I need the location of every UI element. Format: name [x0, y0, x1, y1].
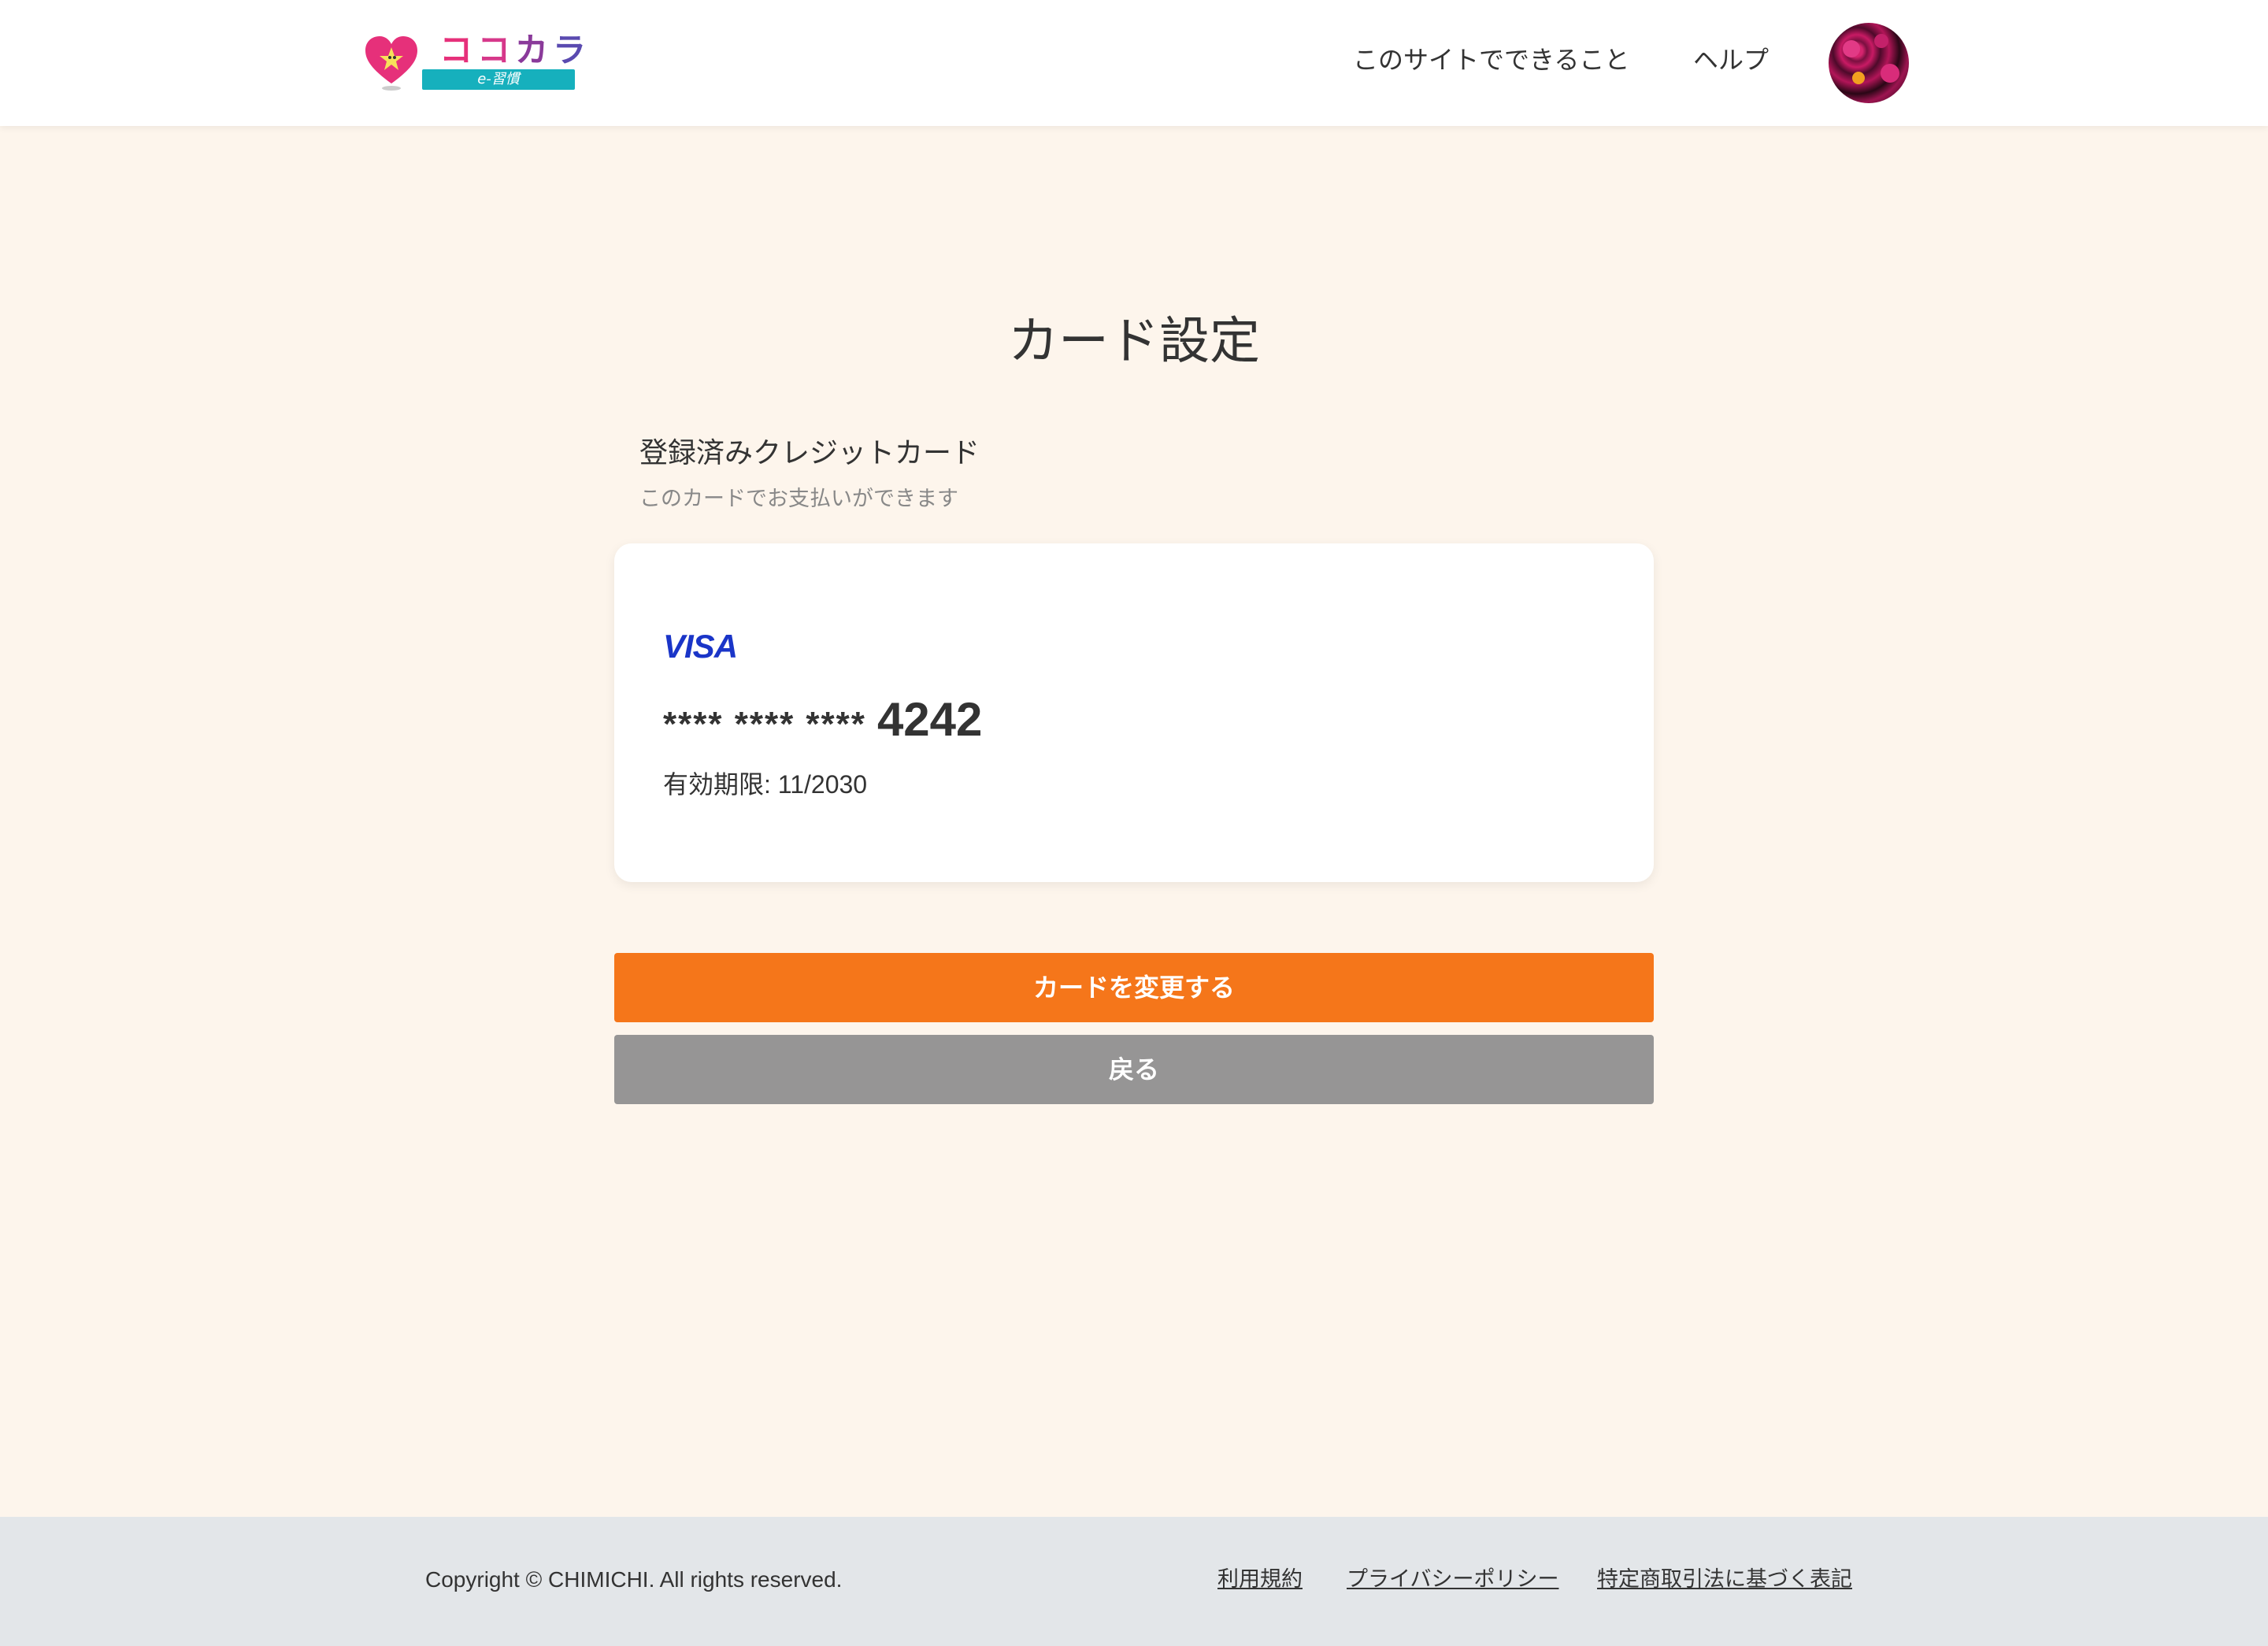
card-number-mask: **** **** ****: [663, 705, 866, 743]
logo-wordmark: ココカラ: [439, 31, 591, 69]
nav-link-features[interactable]: このサイトでできること: [1353, 41, 1629, 79]
credit-card-panel: VISA **** **** **** 4242 有効期限: 11/2030: [614, 543, 1654, 882]
registered-card-subtitle: このカードでお支払いができます: [639, 487, 958, 511]
card-last4: 4242: [876, 693, 983, 746]
back-button[interactable]: 戻る: [614, 1035, 1654, 1104]
avatar-flower-detail: [1843, 40, 1860, 57]
site-footer: Copyright © CHIMICHI. All rights reserve…: [0, 1517, 2268, 1646]
page-title: カード設定: [1008, 313, 1260, 371]
avatar-flower-detail: [1881, 64, 1899, 83]
change-card-button[interactable]: カードを変更する: [614, 953, 1654, 1022]
nav-link-help[interactable]: ヘルプ: [1693, 41, 1769, 79]
copyright-text: Copyright © CHIMICHI. All rights reserve…: [425, 1567, 843, 1592]
card-number: **** **** **** 4242: [663, 690, 982, 762]
avatar-flower-detail: [1852, 72, 1865, 84]
site-logo[interactable]: ココカラ e-習慣: [364, 31, 586, 91]
footer-link-privacy[interactable]: プライバシーポリシー: [1347, 1564, 1558, 1596]
footer-link-terms[interactable]: 利用規約: [1217, 1564, 1303, 1596]
footer-link-tokusho[interactable]: 特定商取引法に基づく表記: [1597, 1564, 1852, 1596]
user-avatar[interactable]: [1829, 23, 1909, 103]
logo-tagline: e-習慣: [422, 69, 575, 90]
avatar-flower-detail: [1874, 34, 1888, 48]
heart-logo-icon: [365, 36, 417, 91]
visa-brand-icon: VISA: [663, 628, 738, 665]
site-header: ココカラ e-習慣 このサイトでできること ヘルプ: [0, 0, 2268, 126]
registered-card-heading: 登録済みクレジットカード: [639, 437, 980, 469]
card-expiry: 有効期限: 11/2030: [663, 770, 868, 799]
